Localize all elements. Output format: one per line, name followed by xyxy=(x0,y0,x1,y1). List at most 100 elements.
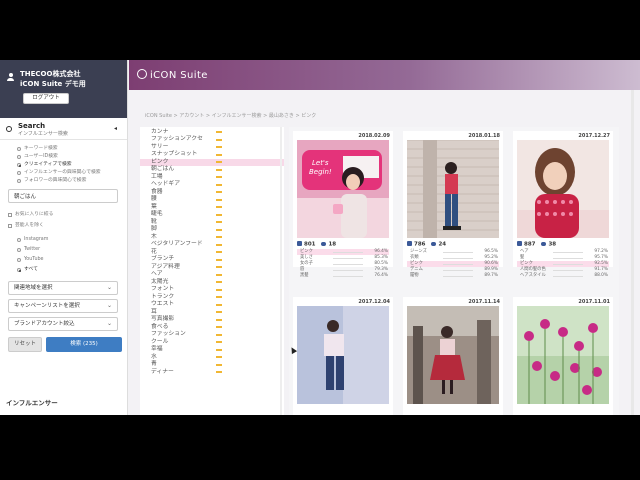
logout-button[interactable]: ログアウト xyxy=(23,93,69,104)
category-item[interactable]: 花 xyxy=(140,249,284,257)
tag-dotted-leader xyxy=(553,264,583,265)
category-item[interactable]: 脚 xyxy=(140,226,284,234)
search-mode-creative[interactable]: クリエイティブで検索 xyxy=(0,161,127,169)
post-card[interactable]: 2017.11.01 xyxy=(513,297,613,415)
category-item[interactable]: ヘア xyxy=(140,271,284,279)
reset-button[interactable]: リセット xyxy=(8,337,42,352)
post-card[interactable]: 2017.12.27 887 38 ヘア 97.2% 髪 95.7% ピンク 92.5% 人間の髪… xyxy=(513,131,613,278)
category-count-bar xyxy=(216,183,222,186)
category-count-bar xyxy=(216,311,222,314)
post-card[interactable]: 2017.11.14 xyxy=(403,297,503,415)
app-header: iCON Suite xyxy=(129,60,640,90)
category-item[interactable]: 食べる xyxy=(140,324,284,332)
category-item[interactable]: サリー xyxy=(140,144,284,152)
post-tag-list: ジーンズ 96.5% 衣類 95.2% ピンク 90.6% デニム 89.9% 履物 89.7% xyxy=(407,249,499,279)
influencer-section-title[interactable]: インフルエンサー xyxy=(6,397,58,407)
category-item[interactable]: 木 xyxy=(140,234,284,242)
post-photo[interactable]: Let's Begin! xyxy=(297,140,389,238)
category-label: 写真撮影 xyxy=(151,316,175,322)
category-item[interactable]: ディナー xyxy=(140,369,284,377)
category-count-bar xyxy=(216,221,222,224)
category-label: ブランチ xyxy=(151,256,175,262)
category-item[interactable]: 朝ごはん xyxy=(140,166,284,174)
category-item[interactable]: ピンク xyxy=(140,158,284,166)
category-label: トランク xyxy=(151,293,175,300)
category-label: 花 xyxy=(151,248,157,255)
search-panel-header[interactable]: Search インフルエンサー検索 ◂ xyxy=(0,118,127,140)
category-item[interactable]: 葉 xyxy=(140,204,284,212)
category-item[interactable]: フォント xyxy=(140,286,284,294)
exclude-celebrities-checkbox[interactable]: 芸能人を除く xyxy=(0,220,127,231)
category-item[interactable]: 耳 xyxy=(140,309,284,317)
search-mode-follower-interest[interactable]: フォロワーの興味関心で検索 xyxy=(0,177,127,185)
platform-youtube[interactable]: YouTube xyxy=(0,255,127,265)
category-item[interactable]: 食器 xyxy=(140,189,284,197)
category-item[interactable]: カンナ xyxy=(140,129,284,137)
post-photo[interactable] xyxy=(517,140,609,238)
category-item[interactable]: ファッションアクセ xyxy=(140,136,284,144)
post-card[interactable]: 2018.01.18 786 24 ジーンズ 96.5% 衣類 95.2% ピンク 90.6% デ… xyxy=(403,131,503,278)
category-item[interactable]: 工場 xyxy=(140,174,284,182)
category-item[interactable]: 写真撮影 xyxy=(140,316,284,324)
brand-account-select[interactable]: ブランドアカウント絞込 ⌄ xyxy=(8,317,118,331)
category-item[interactable]: トランク xyxy=(140,294,284,302)
post-photo[interactable] xyxy=(407,306,499,404)
post-photo[interactable] xyxy=(407,140,499,238)
search-mode-userid[interactable]: ユーザーID検索 xyxy=(0,153,127,161)
post-card[interactable]: 2018.02.09 Let's Begin! 801 18 ピンク 96.4% 美しさ 85.… xyxy=(293,131,393,278)
category-label: 木 xyxy=(151,233,157,240)
chevron-down-icon: ⌄ xyxy=(106,284,112,291)
category-item[interactable]: 幸福 xyxy=(140,346,284,354)
category-label: ベジタリアンフード xyxy=(151,241,203,247)
post-card[interactable]: 2017.12.04 xyxy=(293,297,393,415)
post-photo[interactable] xyxy=(517,306,609,404)
category-count-bar xyxy=(216,191,222,194)
collapse-chevron-icon[interactable]: ◂ xyxy=(114,125,117,132)
page-scrollbar[interactable] xyxy=(631,90,634,415)
category-item[interactable]: クール xyxy=(140,339,284,347)
category-label: サリー xyxy=(151,143,169,150)
region-select[interactable]: 関連地域を選択 ⌄ xyxy=(8,281,118,295)
category-item[interactable]: アジア料理 xyxy=(140,264,284,272)
category-item[interactable]: ウエスト xyxy=(140,301,284,309)
tag-label: 人間の髪の色 xyxy=(520,267,546,272)
category-item[interactable]: 水 xyxy=(140,354,284,362)
category-item[interactable]: 太陽光 xyxy=(140,279,284,287)
keyword-input[interactable] xyxy=(8,189,118,203)
category-item[interactable]: 靴 xyxy=(140,219,284,227)
category-label: アジア料理 xyxy=(151,263,180,270)
post-date: 2017.11.14 xyxy=(468,299,500,305)
search-mode-keyword[interactable]: キーワード検索 xyxy=(0,145,127,153)
platform-all[interactable]: すべて xyxy=(0,265,127,275)
category-scrollbar[interactable] xyxy=(280,127,282,415)
category-count-bar xyxy=(216,303,222,306)
breadcrumb: iCON Suite > アカウント > インフルエンサー検索 > 最山あさき … xyxy=(145,113,317,119)
campaign-list-select[interactable]: キャンペーンリストを選択 ⌄ xyxy=(8,299,118,313)
platform-instagram[interactable]: Instagram xyxy=(0,235,127,245)
category-count-bar xyxy=(216,266,222,269)
category-item[interactable]: スナップショット xyxy=(140,151,284,159)
platform-twitter[interactable]: Twitter xyxy=(0,245,127,255)
post-photo[interactable] xyxy=(297,306,389,404)
tag-dotted-leader xyxy=(553,270,583,271)
tag-dotted-leader xyxy=(333,264,363,265)
post-tag-list: ピンク 96.4% 美しさ 85.3% 女の子 80.5% 唇 79.3% 黒髪 76.4% xyxy=(297,249,389,279)
category-item[interactable]: ベジタリアンフード xyxy=(140,241,284,249)
app-logo[interactable]: iCON Suite xyxy=(137,69,208,81)
category-label: 工場 xyxy=(151,173,163,180)
category-item[interactable]: ファッション xyxy=(140,331,284,339)
like-icon xyxy=(517,241,522,246)
comment-count: 18 xyxy=(328,241,337,248)
search-submit-button[interactable]: 検索 (235) xyxy=(46,337,122,352)
category-count-bar xyxy=(216,153,222,156)
category-count-bar xyxy=(216,131,222,134)
like-icon xyxy=(407,241,412,246)
search-mode-influencer-interest[interactable]: インフルエンサーの興味関心で検索 xyxy=(0,169,127,177)
category-item[interactable]: 腰 xyxy=(140,196,284,204)
category-item[interactable]: 青 xyxy=(140,361,284,369)
category-item[interactable]: ブランチ xyxy=(140,256,284,264)
favorites-only-checkbox[interactable]: お気に入りに絞る xyxy=(0,209,127,220)
category-count-bar xyxy=(216,333,222,336)
category-item[interactable]: 睫毛 xyxy=(140,211,284,219)
category-item[interactable]: ヘッドギア xyxy=(140,181,284,189)
